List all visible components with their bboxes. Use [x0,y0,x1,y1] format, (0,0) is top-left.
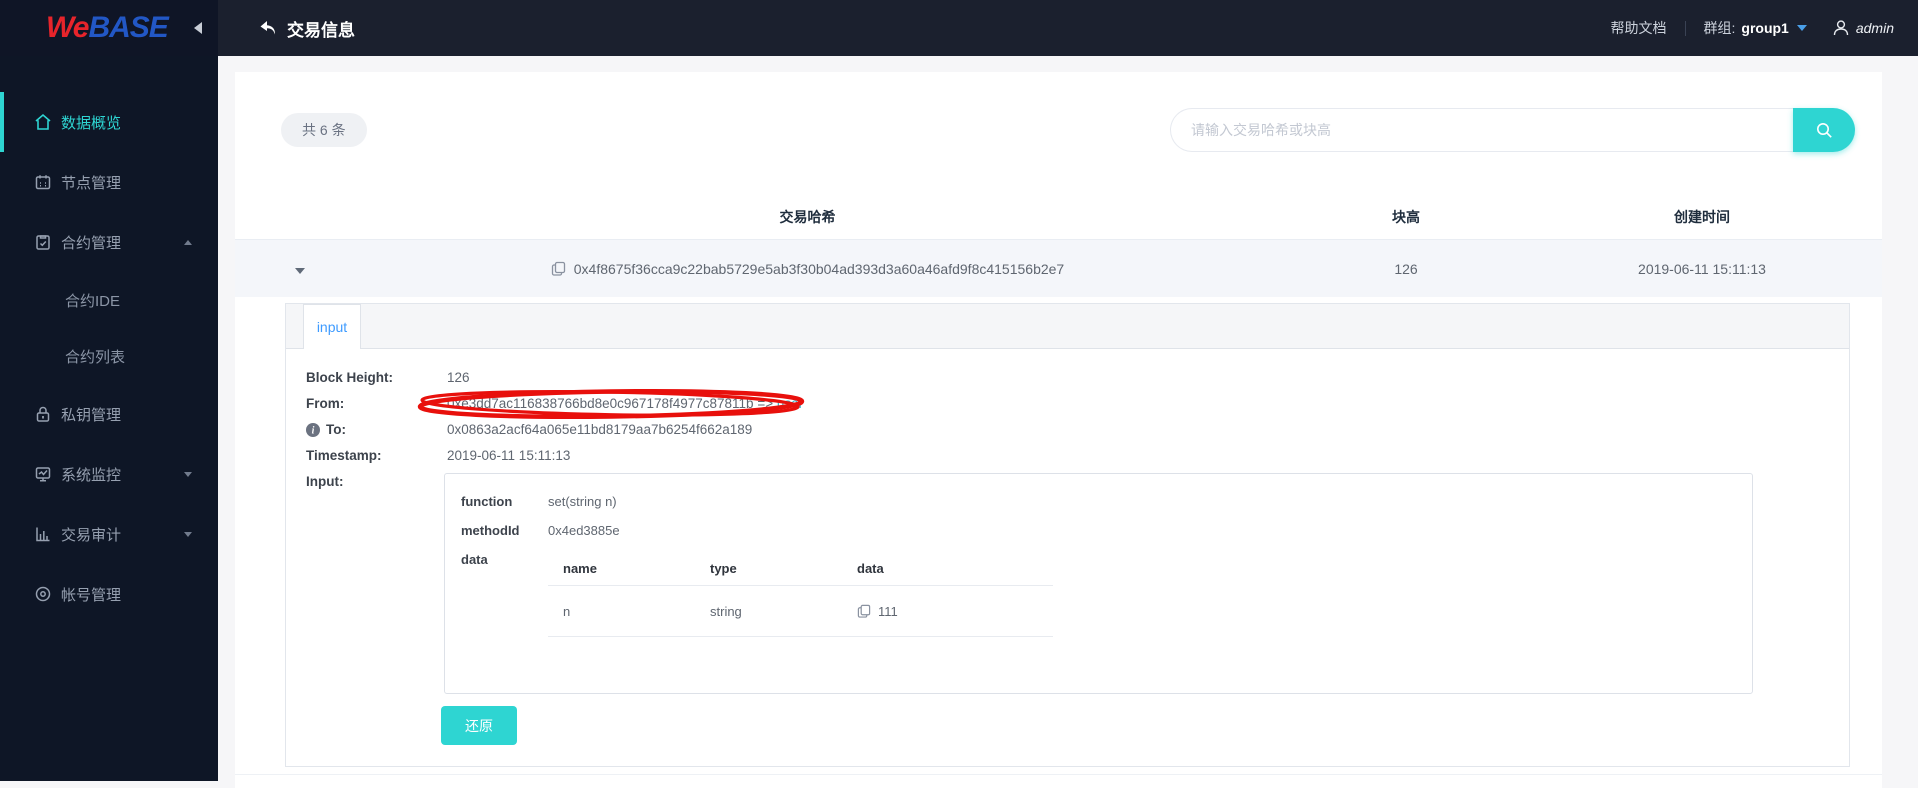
tab-input[interactable]: input [303,304,361,349]
header-main: 交易信息 帮助文档 群组: group1 admin [218,0,1918,56]
page-title: 交易信息 [287,20,355,40]
input-label: Input: [306,474,344,489]
clipboard-icon [34,233,52,251]
target-icon [34,585,52,603]
sidebar-item-account-management[interactable]: 帐号管理 [0,564,218,624]
main-content: 共 6 条 交易哈希 块高 创建时间 0x4f8675f36cca9c22bab… [218,56,1918,788]
params-table: name type data n string 111 [548,552,1053,637]
sidebar-item-label: 数据概览 [61,114,122,132]
content-card: 共 6 条 交易哈希 块高 创建时间 0x4f8675f36cca9c22bab… [235,72,1882,788]
column-header-tx-hash: 交易哈希 [779,208,836,225]
tx-detail-panel: input Block Height: 126 From: 0xe3dd7ac1… [285,303,1850,767]
param-row: n string 111 [548,586,1053,637]
param-data: 111 [878,603,898,619]
user-icon [1833,20,1849,36]
webase-logo: WeBASE [46,11,169,45]
logo-zone: WeBASE [0,0,218,56]
toolbar: 共 6 条 [235,108,1882,152]
from-label: From: [306,396,345,411]
username: admin [1855,20,1894,36]
sidebar-item-label: 帐号管理 [61,586,122,604]
from-user-link[interactable]: user [777,396,803,411]
sidebar-item-contract-management[interactable]: 合约管理 [0,212,218,272]
tx-block-height: 126 [1394,260,1418,277]
param-type: string [710,603,742,619]
input-data-box: function set(string n) methodId 0x4ed388… [444,473,1753,694]
info-icon[interactable]: i [306,423,320,437]
sidebar-item-data-overview[interactable]: 数据概览 [0,92,218,152]
chevron-up-icon [184,239,192,245]
sidebar-item-label: 交易审计 [61,526,122,544]
methodid-value: 0x4ed3885e [548,523,620,538]
search-input[interactable] [1170,108,1793,152]
search-button[interactable] [1793,108,1855,152]
total-count-badge: 共 6 条 [281,113,367,147]
sidebar-collapse-icon[interactable] [194,22,202,34]
sidebar-item-label: 合约列表 [65,348,126,366]
copy-icon[interactable] [551,261,566,276]
lock-icon [34,405,52,423]
monitor-icon [34,465,52,483]
data-label: data [461,552,488,567]
table-row[interactable]: 0x4f8675f36cca9c22bab5729e5ab3f30b04ad39… [235,240,1882,297]
table-header: 交易哈希 块高 创建时间 [235,194,1882,240]
logo-we: We [46,11,89,44]
to-address: 0x0863a2acf64a065e11bd8179aa7b6254f662a1… [447,422,753,437]
svg-text:i: i [312,426,315,437]
home-icon [34,113,52,131]
column-header-block-height: 块高 [1392,208,1420,225]
sidebar-item-label: 合约管理 [61,234,122,252]
param-header-data: data [857,561,884,576]
timestamp-label: Timestamp: [306,448,382,463]
to-label: To: [326,422,346,437]
app-header: WeBASE 交易信息 帮助文档 群组: group1 admin [0,0,1918,56]
from-arrow: => [757,396,774,411]
block-height-label: Block Height: [306,370,394,385]
param-header-name: name [563,561,597,576]
group-selector[interactable]: group1 [1741,20,1788,36]
sidebar-item-label: 系统监控 [61,466,122,484]
next-row-divider [235,774,1882,788]
bar-chart-icon [34,525,52,543]
group-label: 群组: [1703,20,1736,36]
block-height-value: 126 [447,370,470,385]
function-label: function [461,494,513,509]
sidebar-item-private-key-management[interactable]: 私钥管理 [0,384,218,444]
search-box [1170,108,1855,152]
sidebar-item-system-monitor[interactable]: 系统监控 [0,444,218,504]
calendar-icon [34,173,52,191]
row-expand-caret-icon[interactable] [295,267,305,274]
search-icon [1816,122,1832,138]
sidebar-item-node-management[interactable]: 节点管理 [0,152,218,212]
back-arrow-icon[interactable] [258,18,278,38]
column-header-created-time: 创建时间 [1674,208,1730,225]
param-header-type: type [710,561,737,576]
sidebar-item-label: 合约IDE [65,292,121,310]
sidebar-item-contract-list[interactable]: 合约列表 [0,328,218,384]
from-address: 0xe3dd7ac116838766bd8e0c967178f4977c8781… [447,396,754,411]
sidebar-item-contract-ide[interactable]: 合约IDE [0,272,218,328]
sidebar: 数据概览 节点管理 合约管理 合约IDE 合约列表 私钥管理 系统监控 交易审计… [0,56,218,781]
chevron-down-icon [184,531,192,537]
header-right: 帮助文档 群组: group1 admin [1611,18,1894,38]
sidebar-item-label: 私钥管理 [61,406,122,424]
methodid-label: methodId [461,523,520,538]
detail-tabbar: input [286,304,1849,349]
logo-base: BASE [88,11,168,44]
header-divider [1684,20,1686,36]
tx-created-time: 2019-06-11 15:11:13 [1638,260,1766,277]
chevron-down-icon[interactable] [1796,25,1807,31]
restore-button[interactable]: 还原 [441,706,517,745]
help-doc-link[interactable]: 帮助文档 [1611,18,1667,38]
copy-icon[interactable] [857,604,871,618]
timestamp-value: 2019-06-11 15:11:13 [447,448,571,463]
sidebar-item-transaction-audit[interactable]: 交易审计 [0,504,218,564]
user-menu[interactable]: admin [1831,18,1894,38]
param-name: n [563,603,571,619]
chevron-down-icon [184,471,192,477]
function-value: set(string n) [548,494,617,509]
tx-hash: 0x4f8675f36cca9c22bab5729e5ab3f30b04ad39… [573,260,1065,277]
sidebar-item-label: 节点管理 [61,174,122,192]
